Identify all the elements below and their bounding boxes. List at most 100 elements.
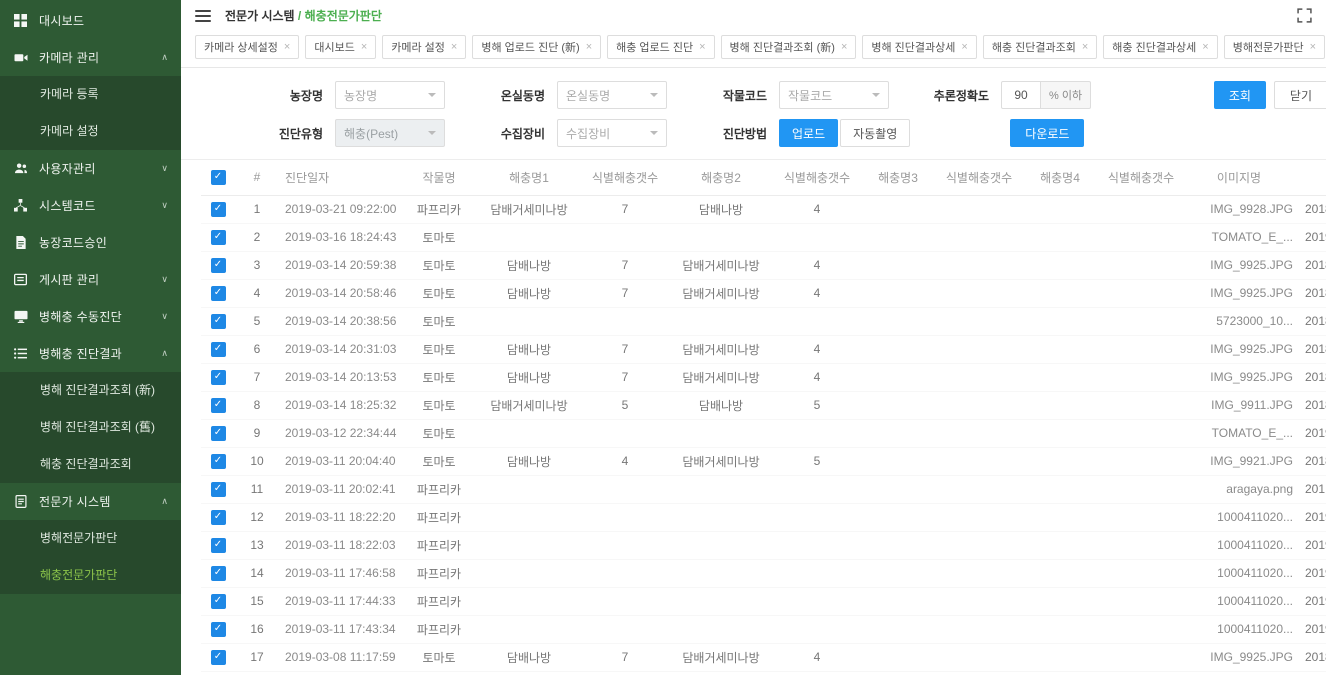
tab-item[interactable]: 해충 업로드 진단× <box>607 35 714 59</box>
farm-select[interactable]: 농장명 <box>335 81 445 109</box>
table-row[interactable]: ✓152019-03-11 17:44:33파프리카1000411020...2… <box>201 587 1326 615</box>
table-row[interactable]: ✓122019-03-11 18:22:20파프리카1000411020...2… <box>201 503 1326 531</box>
fullscreen-icon[interactable] <box>1297 8 1312 23</box>
sidebar-item[interactable]: 사용자관리∨ <box>0 150 181 187</box>
greenhouse-filter-group: 온실동명 온실동명 <box>475 81 667 109</box>
method-auto-button[interactable]: 자동촬영 <box>840 119 910 147</box>
row-checkbox[interactable]: ✓ <box>211 398 226 413</box>
tab-close-icon[interactable]: × <box>586 42 592 53</box>
cell: 4 <box>235 279 279 307</box>
tab-close-icon[interactable]: × <box>451 42 457 53</box>
hamburger-menu-icon[interactable] <box>195 10 211 22</box>
tab-close-icon[interactable]: × <box>1082 42 1088 53</box>
sidebar-subitem[interactable]: 병해 진단결과조회 (新) <box>0 372 181 409</box>
row-checkbox[interactable]: ✓ <box>211 454 226 469</box>
row-checkbox[interactable]: ✓ <box>211 202 226 217</box>
sidebar-item[interactable]: 전문가 시스템∧ <box>0 483 181 520</box>
table-row[interactable]: ✓82019-03-14 18:25:32토마토담배거세미나방5담배나방5IMG… <box>201 391 1326 419</box>
cell <box>859 391 937 419</box>
table-row[interactable]: ✓172019-03-08 11:17:59토마토담배나방7담배거세미나방4IM… <box>201 643 1326 671</box>
cell <box>775 559 859 587</box>
sidebar-item[interactable]: 농장코드승인 <box>0 224 181 261</box>
equipment-select[interactable]: 수집장비 <box>557 119 667 147</box>
row-checkbox[interactable]: ✓ <box>211 230 226 245</box>
sidebar-item[interactable]: 병해충 수동진단∨ <box>0 298 181 335</box>
greenhouse-select-value: 온실동명 <box>566 87 610 104</box>
cell: 3 <box>235 251 279 279</box>
tab-item[interactable]: 병해전문가판단× <box>1224 35 1325 59</box>
method-upload-button[interactable]: 업로드 <box>779 119 838 147</box>
row-checkbox[interactable]: ✓ <box>211 342 226 357</box>
cell: 담배거세미나방 <box>667 251 775 279</box>
row-checkbox[interactable]: ✓ <box>211 286 226 301</box>
table-row[interactable]: ✓12019-03-21 09:22:00파프리카담배거세미나방7담배나방4IM… <box>201 195 1326 223</box>
row-checkbox[interactable]: ✓ <box>211 370 226 385</box>
row-checkbox[interactable]: ✓ <box>211 258 226 273</box>
close-button[interactable]: 닫기 <box>1274 81 1326 109</box>
table-row[interactable]: ✓162019-03-11 17:43:34파프리카1000411020...2… <box>201 615 1326 643</box>
row-checkbox[interactable]: ✓ <box>211 314 226 329</box>
row-checkbox[interactable]: ✓ <box>211 594 226 609</box>
tab-close-icon[interactable]: × <box>699 42 705 53</box>
search-button[interactable]: 조회 <box>1214 81 1266 109</box>
sidebar-item[interactable]: 시스템코드∨ <box>0 187 181 224</box>
table-row[interactable]: ✓22019-03-16 18:24:43토마토TOMATO_E_...2019 <box>201 223 1326 251</box>
tab-close-icon[interactable]: × <box>841 42 847 53</box>
cell <box>1021 251 1099 279</box>
cell <box>775 615 859 643</box>
cell: 토마토 <box>403 279 475 307</box>
cell <box>859 363 937 391</box>
cell <box>1021 447 1099 475</box>
table-row[interactable]: ✓132019-03-11 18:22:03파프리카1000411020...2… <box>201 531 1326 559</box>
sidebar-subitem[interactable]: 병해 진단결과조회 (舊) <box>0 409 181 446</box>
tab-close-icon[interactable]: × <box>961 42 967 53</box>
sidebar-item[interactable]: 대시보드 <box>0 2 181 39</box>
tab-item[interactable]: 대시보드× <box>305 35 376 59</box>
accuracy-input[interactable] <box>1001 81 1041 109</box>
row-checkbox[interactable]: ✓ <box>211 538 226 553</box>
cell <box>1021 419 1099 447</box>
sidebar: 대시보드카메라 관리∧카메라 등록카메라 설정사용자관리∨시스템코드∨농장코드승… <box>0 0 181 675</box>
tab-item[interactable]: 병해 진단결과상세× <box>862 35 976 59</box>
crop-select[interactable]: 작물코드 <box>779 81 889 109</box>
tab-item[interactable]: 해충 진단결과조회× <box>983 35 1097 59</box>
sidebar-item[interactable]: 카메라 관리∧ <box>0 39 181 76</box>
diagnosis-type-select[interactable]: 해충(Pest) <box>335 119 445 147</box>
tab-item[interactable]: 병해 진단결과조회 (新)× <box>721 35 857 59</box>
cell: 토마토 <box>403 391 475 419</box>
table-row[interactable]: ✓42019-03-14 20:58:46토마토담배나방7담배거세미나방4IMG… <box>201 279 1326 307</box>
tab-item[interactable]: 카메라 설정× <box>382 35 466 59</box>
table-body: ✓12019-03-21 09:22:00파프리카담배거세미나방7담배나방4IM… <box>201 195 1326 671</box>
greenhouse-select[interactable]: 온실동명 <box>557 81 667 109</box>
tab-close-icon[interactable]: × <box>1310 42 1316 53</box>
tab-item[interactable]: 카메라 상세설정× <box>195 35 299 59</box>
sidebar-subitem[interactable]: 해충전문가판단 <box>0 557 181 594</box>
table-row[interactable]: ✓62019-03-14 20:31:03토마토담배나방7담배거세미나방4IMG… <box>201 335 1326 363</box>
table-row[interactable]: ✓142019-03-11 17:46:58파프리카1000411020...2… <box>201 559 1326 587</box>
tab-close-icon[interactable]: × <box>361 42 367 53</box>
row-checkbox[interactable]: ✓ <box>211 650 226 665</box>
tab-item[interactable]: 병해 업로드 진단 (新)× <box>472 35 601 59</box>
tab-close-icon[interactable]: × <box>284 42 290 53</box>
row-checkbox[interactable]: ✓ <box>211 622 226 637</box>
row-checkbox[interactable]: ✓ <box>211 426 226 441</box>
select-all-checkbox[interactable]: ✓ <box>211 170 226 185</box>
sidebar-subitem[interactable]: 해충 진단결과조회 <box>0 446 181 483</box>
sidebar-item[interactable]: 병해충 진단결과∧ <box>0 335 181 372</box>
sidebar-item[interactable]: 게시판 관리∨ <box>0 261 181 298</box>
sidebar-subitem[interactable]: 카메라 등록 <box>0 76 181 113</box>
table-row[interactable]: ✓92019-03-12 22:34:44토마토TOMATO_E_...2019 <box>201 419 1326 447</box>
table-row[interactable]: ✓72019-03-14 20:13:53토마토담배나방7담배거세미나방4IMG… <box>201 363 1326 391</box>
table-row[interactable]: ✓32019-03-14 20:59:38토마토담배나방7담배거세미나방4IMG… <box>201 251 1326 279</box>
sidebar-subitem[interactable]: 병해전문가판단 <box>0 520 181 557</box>
table-row[interactable]: ✓102019-03-11 20:04:40토마토담배나방4담배거세미나방5IM… <box>201 447 1326 475</box>
row-checkbox[interactable]: ✓ <box>211 482 226 497</box>
row-checkbox[interactable]: ✓ <box>211 510 226 525</box>
table-row[interactable]: ✓52019-03-14 20:38:56토마토5723000_10...201… <box>201 307 1326 335</box>
tab-item[interactable]: 해충 진단결과상세× <box>1103 35 1217 59</box>
row-checkbox[interactable]: ✓ <box>211 566 226 581</box>
table-row[interactable]: ✓112019-03-11 20:02:41파프리카aragaya.png201 <box>201 475 1326 503</box>
sidebar-subitem[interactable]: 카메라 설정 <box>0 113 181 150</box>
tab-close-icon[interactable]: × <box>1202 42 1208 53</box>
download-button[interactable]: 다운로드 <box>1010 119 1084 147</box>
